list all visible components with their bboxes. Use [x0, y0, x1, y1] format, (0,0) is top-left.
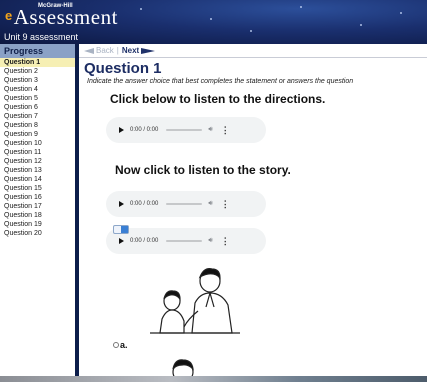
- app-logo: eAssessment: [5, 5, 118, 30]
- answer-option-a[interactable]: a.: [113, 340, 128, 350]
- story-audio-player[interactable]: 0:00 / 0:00 🔊︎ ⋮: [106, 191, 266, 217]
- highlight-toggle[interactable]: [113, 225, 129, 234]
- bottom-taskbar-strip: [0, 376, 427, 382]
- more-options-icon[interactable]: ⋮: [221, 125, 230, 136]
- logo-mark: e: [5, 8, 13, 23]
- answer-a-label: a.: [120, 340, 128, 350]
- audio-progress-track[interactable]: [166, 203, 203, 205]
- back-label: Back: [96, 46, 114, 55]
- arrow-left-icon: [84, 47, 94, 54]
- header-star: [300, 6, 302, 8]
- sidebar-item-question-15[interactable]: Question 15: [0, 184, 75, 193]
- nav-separator: |: [116, 46, 119, 55]
- audio-progress-track[interactable]: [166, 129, 203, 131]
- sidebar-item-question-19[interactable]: Question 19: [0, 220, 75, 229]
- progress-heading: Progress: [0, 44, 75, 58]
- app-header: McGraw-Hill eAssessment Unit 9 assessmen…: [0, 0, 427, 44]
- directions-audio-player[interactable]: 0:00 / 0:00 🔊︎ ⋮: [106, 117, 266, 143]
- toolbar: Progress Back | Next: [0, 44, 427, 58]
- sidebar-item-question-7[interactable]: Question 7: [0, 112, 75, 121]
- answer-a-illustration: [150, 268, 240, 334]
- sidebar-divider: [75, 44, 79, 382]
- next-button[interactable]: Next: [121, 46, 156, 55]
- progress-sidebar: Question 1 Question 2 Question 3 Questio…: [0, 58, 75, 382]
- play-icon[interactable]: [119, 127, 124, 133]
- sidebar-item-question-6[interactable]: Question 6: [0, 103, 75, 112]
- logo-text: Assessment: [13, 5, 118, 29]
- audio-time: 0:00 / 0:00: [130, 238, 159, 244]
- sidebar-item-question-16[interactable]: Question 16: [0, 193, 75, 202]
- answer-b-illustration: [172, 359, 194, 378]
- header-star: [210, 18, 212, 20]
- more-options-icon[interactable]: ⋮: [221, 199, 230, 210]
- question-title: Question 1: [84, 60, 162, 77]
- sidebar-item-question-3[interactable]: Question 3: [0, 76, 75, 85]
- sidebar-item-question-2[interactable]: Question 2: [0, 67, 75, 76]
- story-prompt: Now click to listen to the story.: [115, 163, 291, 177]
- question-audio-player[interactable]: 0:00 / 0:00 🔊︎ ⋮: [106, 228, 266, 254]
- sidebar-item-question-14[interactable]: Question 14: [0, 175, 75, 184]
- sidebar-item-question-18[interactable]: Question 18: [0, 211, 75, 220]
- question-panel: Question 1 Indicate the answer choice th…: [80, 58, 427, 382]
- header-star: [250, 30, 252, 32]
- header-star: [400, 12, 402, 14]
- toggle-knob: [121, 226, 128, 233]
- audio-time: 0:00 / 0:00: [130, 127, 159, 133]
- sidebar-item-question-13[interactable]: Question 13: [0, 166, 75, 175]
- volume-icon[interactable]: 🔊︎: [208, 237, 212, 245]
- sidebar-item-question-8[interactable]: Question 8: [0, 121, 75, 130]
- more-options-icon[interactable]: ⋮: [221, 236, 230, 247]
- sidebar-item-question-1[interactable]: Question 1: [0, 58, 75, 67]
- audio-time: 0:00 / 0:00: [130, 201, 159, 207]
- sidebar-item-question-10[interactable]: Question 10: [0, 139, 75, 148]
- play-icon[interactable]: [119, 201, 124, 207]
- sidebar-item-question-17[interactable]: Question 17: [0, 202, 75, 211]
- sidebar-item-question-9[interactable]: Question 9: [0, 130, 75, 139]
- audio-progress-track[interactable]: [166, 240, 203, 242]
- next-label: Next: [121, 46, 140, 55]
- sidebar-item-question-20[interactable]: Question 20: [0, 229, 75, 238]
- back-button[interactable]: Back: [84, 46, 114, 55]
- sidebar-item-question-5[interactable]: Question 5: [0, 94, 75, 103]
- arrow-right-icon: [141, 47, 156, 54]
- sidebar-item-question-12[interactable]: Question 12: [0, 157, 75, 166]
- directions-prompt: Click below to listen to the directions.: [110, 92, 326, 106]
- sidebar-item-question-4[interactable]: Question 4: [0, 85, 75, 94]
- volume-icon[interactable]: 🔊︎: [208, 200, 212, 208]
- volume-icon[interactable]: 🔊︎: [208, 126, 212, 134]
- unit-title: Unit 9 assessment: [4, 32, 79, 42]
- play-icon[interactable]: [119, 238, 124, 244]
- header-star: [140, 8, 142, 10]
- sidebar-item-question-11[interactable]: Question 11: [0, 148, 75, 157]
- header-star: [360, 24, 362, 26]
- question-instructions: Indicate the answer choice that best com…: [87, 78, 354, 85]
- answer-a-radio[interactable]: [113, 342, 119, 348]
- question-nav: Back | Next: [84, 46, 156, 55]
